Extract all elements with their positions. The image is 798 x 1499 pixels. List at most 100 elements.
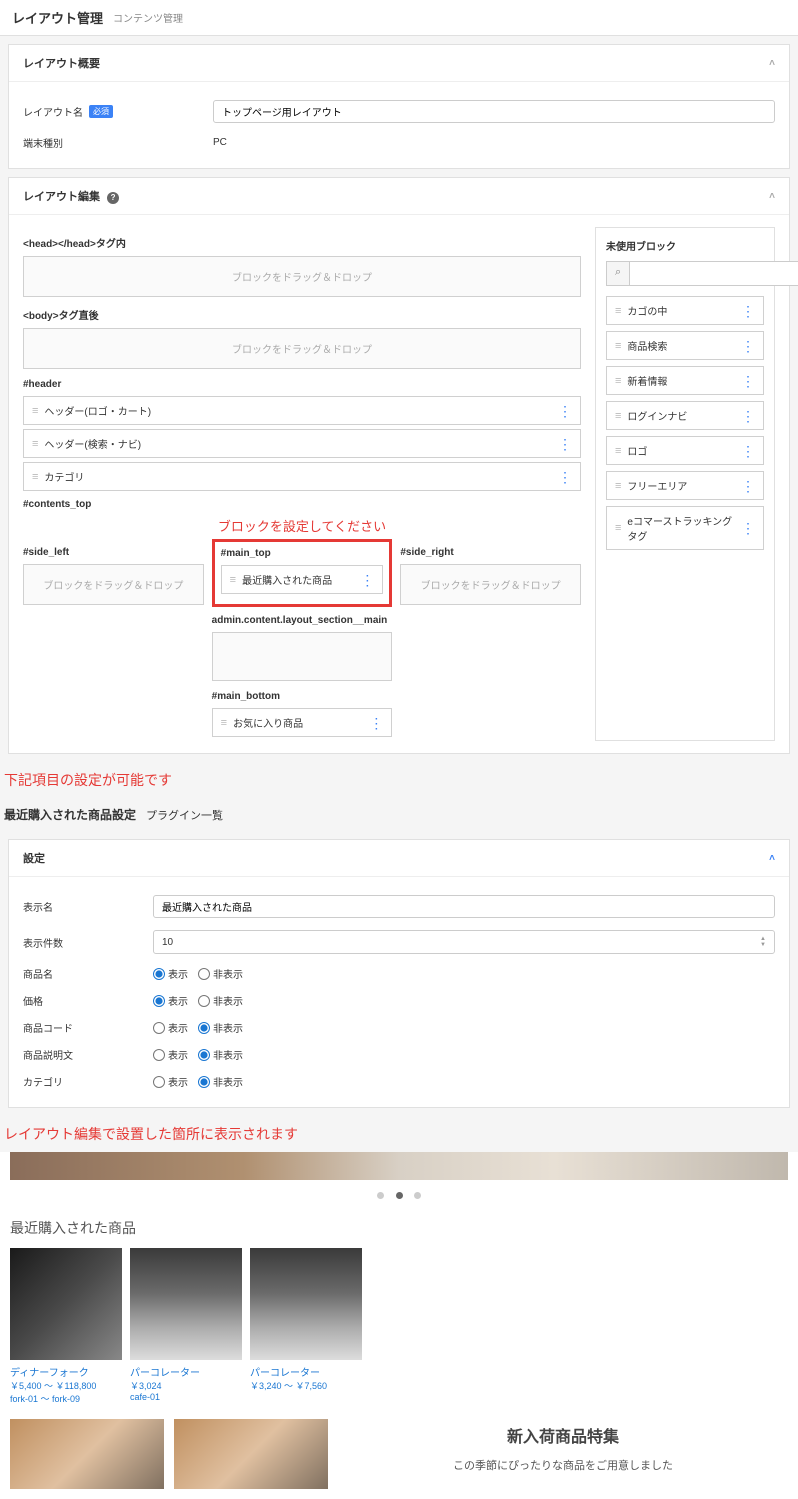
radio-hide[interactable]: 非表示 — [198, 993, 243, 1008]
unused-block-item[interactable]: ≡ ロゴ ⋮ — [606, 436, 764, 465]
radio-hide[interactable]: 非表示 — [198, 1047, 243, 1062]
product-card[interactable]: パーコレーター￥3,024cafe-01 — [130, 1248, 242, 1405]
block-label: お気に入り商品 — [233, 715, 303, 730]
count-stepper[interactable]: 10 ▲▼ — [153, 930, 775, 954]
contents-top-label: #contents_top — [23, 499, 581, 510]
block-item[interactable]: ≡ 最近購入された商品 ⋮ — [221, 565, 384, 594]
grip-icon[interactable]: ≡ — [32, 471, 36, 483]
grip-icon[interactable]: ≡ — [32, 438, 36, 450]
promo-image-2[interactable] — [174, 1419, 328, 1489]
unused-search-input[interactable] — [630, 261, 798, 286]
radio-input[interactable] — [198, 995, 210, 1007]
block-item[interactable]: ≡カテゴリ⋮ — [23, 462, 581, 491]
side-left-dropzone[interactable]: ブロックをドラッグ＆ドロップ — [23, 564, 204, 605]
chevron-up-icon: ˄ — [769, 191, 775, 202]
radio-input[interactable] — [198, 1022, 210, 1034]
kebab-icon[interactable]: ⋮ — [558, 407, 572, 415]
kebab-icon[interactable]: ⋮ — [360, 576, 374, 584]
unused-block-item[interactable]: ≡ eコマーストラッキングタグ⋮ — [606, 506, 764, 550]
kebab-icon[interactable]: ⋮ — [741, 482, 755, 490]
grip-icon[interactable]: ≡ — [230, 574, 234, 586]
radio-input[interactable] — [153, 1049, 165, 1061]
kebab-icon[interactable]: ⋮ — [558, 440, 572, 448]
display-name-input[interactable] — [153, 895, 775, 918]
kebab-icon[interactable]: ⋮ — [741, 412, 755, 420]
device-row: 端末種別 PC — [23, 129, 775, 156]
grip-icon[interactable]: ≡ — [615, 445, 619, 457]
unused-block-item[interactable]: ≡新着情報⋮ — [606, 366, 764, 395]
product-name: パーコレーター — [130, 1364, 242, 1379]
body-dropzone[interactable]: ブロックをドラッグ＆ドロップ — [23, 328, 581, 369]
settings-breadcrumb: プラグイン一覧 — [146, 807, 223, 823]
main-top-highlight: #main_top ≡ 最近購入された商品 ⋮ — [212, 539, 393, 607]
slider-dot[interactable] — [377, 1192, 384, 1199]
layout-name-input[interactable] — [213, 100, 775, 123]
grip-icon[interactable]: ≡ — [615, 522, 619, 534]
kebab-icon[interactable]: ⋮ — [741, 524, 755, 532]
radio-show[interactable]: 表示 — [153, 993, 188, 1008]
step-down-icon[interactable]: ▼ — [760, 942, 766, 948]
head-dropzone[interactable]: ブロックをドラッグ＆ドロップ — [23, 256, 581, 297]
layout-editor-panel: レイアウト編集 ? ˄ <head></head>タグ内 ブロックをドラッグ＆ド… — [8, 177, 790, 754]
main-section-label: admin.content.layout_section__main — [212, 615, 393, 626]
kebab-icon[interactable]: ⋮ — [558, 473, 572, 481]
kebab-icon[interactable]: ⋮ — [741, 377, 755, 385]
grip-icon[interactable]: ≡ — [221, 717, 225, 729]
grip-icon[interactable]: ≡ — [615, 340, 619, 352]
unused-block-item[interactable]: ≡ ログインナビ ⋮ — [606, 401, 764, 430]
kebab-icon[interactable]: ⋮ — [369, 719, 383, 727]
radio-hide[interactable]: 非表示 — [198, 966, 243, 981]
side-right-label: #side_right — [400, 547, 581, 558]
slider-dot[interactable] — [414, 1192, 421, 1199]
search-icon[interactable]: ⌕ — [606, 261, 630, 286]
display-name-label: 表示名 — [23, 899, 53, 914]
radio-show[interactable]: 表示 — [153, 1020, 188, 1035]
kebab-icon[interactable]: ⋮ — [741, 342, 755, 350]
product-card[interactable]: ディナーフォーク￥5,400 〜 ￥118,800fork-01 〜 fork-… — [10, 1248, 122, 1405]
panel-header-editor[interactable]: レイアウト編集 ? ˄ — [9, 178, 789, 215]
grip-icon[interactable]: ≡ — [615, 410, 619, 422]
radio-input[interactable] — [153, 968, 165, 980]
block-item[interactable]: ≡ヘッダー(検索・ナビ)⋮ — [23, 429, 581, 458]
promo-image-1[interactable] — [10, 1419, 164, 1489]
radio-input[interactable] — [153, 995, 165, 1007]
unused-block-item[interactable]: ≡カゴの中⋮ — [606, 296, 764, 325]
kebab-icon[interactable]: ⋮ — [741, 307, 755, 315]
block-required-note: ブロックを設定してください — [23, 516, 581, 535]
radio-input[interactable] — [198, 1049, 210, 1061]
block-label: eコマーストラッキングタグ — [627, 513, 741, 543]
slider-dot-active[interactable] — [396, 1192, 403, 1199]
unused-blocks-panel: 未使用ブロック ⌕ ≡カゴの中⋮≡商品検索⋮≡新着情報⋮≡ログインナビ⋮≡ロゴ⋮… — [595, 227, 775, 741]
radio-show[interactable]: 表示 — [153, 1047, 188, 1062]
layout-name-row: レイアウト名 必須 — [23, 94, 775, 129]
block-item[interactable]: ≡ お気に入り商品 ⋮ — [212, 708, 393, 737]
block-item[interactable]: ≡ヘッダー(ロゴ・カート)⋮ — [23, 396, 581, 425]
radio-input[interactable] — [153, 1022, 165, 1034]
radio-show[interactable]: 表示 — [153, 966, 188, 981]
grip-icon[interactable]: ≡ — [32, 405, 36, 417]
product-card[interactable]: パーコレーター￥3,240 〜 ￥7,560 — [250, 1248, 362, 1405]
panel-header-overview[interactable]: レイアウト概要 ˄ — [9, 45, 789, 82]
help-icon[interactable]: ? — [107, 192, 119, 204]
kebab-icon[interactable]: ⋮ — [741, 447, 755, 455]
main-dropzone[interactable] — [212, 632, 393, 681]
product-price: ￥3,240 〜 ￥7,560 — [250, 1379, 362, 1392]
grip-icon[interactable]: ≡ — [615, 375, 619, 387]
radio-show[interactable]: 表示 — [153, 1074, 188, 1089]
grip-icon[interactable]: ≡ — [615, 480, 619, 492]
panel-header-settings[interactable]: 設定 ˄ — [9, 840, 789, 877]
radio-hide[interactable]: 非表示 — [198, 1020, 243, 1035]
radio-input[interactable] — [153, 1076, 165, 1088]
radio-input[interactable] — [198, 968, 210, 980]
block-label: ログインナビ — [627, 408, 687, 423]
unused-block-item[interactable]: ≡商品検索⋮ — [606, 331, 764, 360]
side-right-dropzone[interactable]: ブロックをドラッグ＆ドロップ — [400, 564, 581, 605]
radio-hide[interactable]: 非表示 — [198, 1074, 243, 1089]
grip-icon[interactable]: ≡ — [615, 305, 619, 317]
product-price: ￥3,024 — [130, 1379, 242, 1392]
product-name: ディナーフォーク — [10, 1364, 122, 1379]
block-label: ロゴ — [627, 443, 647, 458]
setting-row: 商品説明文表示非表示 — [23, 1041, 775, 1068]
unused-block-item[interactable]: ≡フリーエリア⋮ — [606, 471, 764, 500]
radio-input[interactable] — [198, 1076, 210, 1088]
